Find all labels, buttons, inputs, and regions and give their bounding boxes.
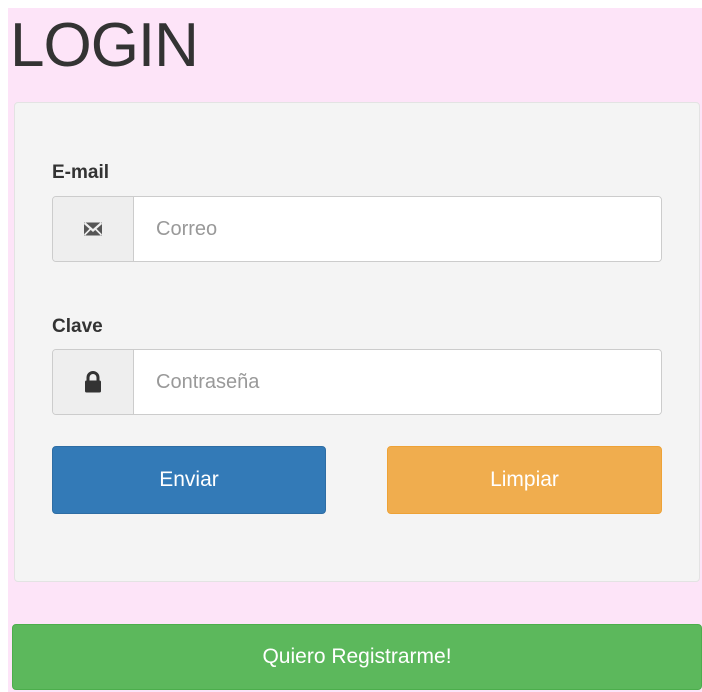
page-title: LOGIN [10, 11, 199, 80]
reset-button[interactable]: Limpiar [387, 446, 662, 514]
email-label: E-mail [52, 162, 110, 183]
email-input-group [52, 196, 662, 262]
password-input[interactable] [134, 350, 661, 414]
password-label: Clave [52, 316, 103, 337]
lock-icon [53, 350, 134, 414]
envelope-icon [53, 197, 134, 261]
submit-button[interactable]: Enviar [52, 446, 326, 514]
email-input[interactable] [134, 197, 661, 261]
login-page: LOGIN E-mail Clave Enviar Limpiar Quiero… [0, 0, 702, 692]
password-input-group [52, 349, 662, 415]
register-button[interactable]: Quiero Registrarme! [12, 624, 702, 690]
